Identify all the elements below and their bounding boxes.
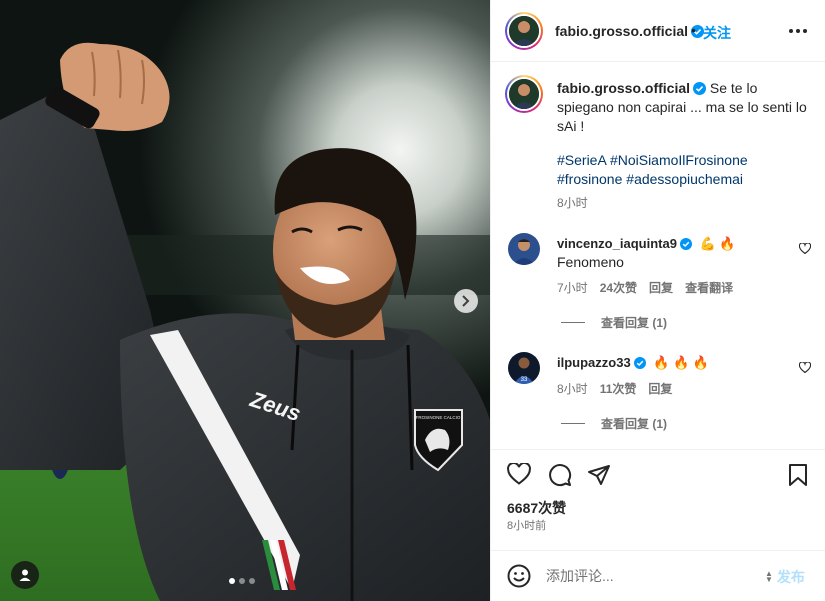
post-comment-button[interactable]: ▲ ▼ 发布 bbox=[765, 567, 805, 587]
caption-username[interactable]: fabio.grosso.official bbox=[557, 80, 690, 96]
view-replies-label[interactable]: 查看回复 (1) bbox=[601, 314, 667, 331]
comment-composer: ▲▼ 发布 bbox=[491, 550, 825, 601]
comment-username-text[interactable]: vincenzo_iaquinta9 bbox=[557, 236, 677, 251]
comment-username[interactable]: ilpupazzo33 🔥 🔥 🔥 bbox=[557, 355, 709, 371]
carousel-dot bbox=[229, 578, 235, 584]
comment-icon[interactable] bbox=[548, 463, 572, 487]
carousel-dot bbox=[239, 578, 245, 584]
commenter-avatar[interactable]: 33 bbox=[508, 352, 540, 384]
hashtag-link[interactable]: #frosinone bbox=[557, 171, 622, 187]
author-avatar[interactable] bbox=[505, 12, 543, 50]
comment-emojis: 💪 🔥 bbox=[699, 236, 736, 251]
svg-text:33: 33 bbox=[521, 377, 528, 383]
post-photo[interactable]: Zeus FROSINONE CALCIO bbox=[0, 0, 490, 601]
hashtag-link[interactable]: #SerieA bbox=[557, 152, 606, 168]
comment-username[interactable]: vincenzo_iaquinta9 💪 🔥 bbox=[557, 236, 736, 252]
comment-text: Fenomeno bbox=[557, 254, 624, 270]
post-side-panel: fabio.grosso.official • 关注 fabio.grosso.… bbox=[490, 0, 825, 601]
comment-meta: 8小时 11次赞 回复 bbox=[557, 380, 672, 397]
caption-hashtags: #SerieA #NoiSiamoIlFrosinone #frosinone … bbox=[557, 151, 809, 189]
post-actions: 6687次赞 8小时前 bbox=[491, 449, 825, 549]
hashtag-link[interactable]: #NoiSiamoIlFrosinone bbox=[610, 152, 748, 168]
caption-author-avatar[interactable] bbox=[505, 75, 543, 113]
comment-like-heart-icon[interactable] bbox=[799, 362, 811, 373]
comment-likes[interactable]: 24次赞 bbox=[600, 279, 637, 296]
post-caption: fabio.grosso.official Se te lo spiegano … bbox=[557, 79, 809, 136]
hashtag-link[interactable]: #adessopiuchemai bbox=[626, 171, 743, 187]
carousel-indicator bbox=[229, 578, 255, 584]
follow-button[interactable]: 关注 bbox=[703, 23, 731, 43]
translate-button[interactable]: 查看翻译 bbox=[685, 279, 733, 296]
instagram-post-dialog: Zeus FROSINONE CALCIO fabio.grosso.offic… bbox=[0, 0, 825, 601]
heart-icon[interactable] bbox=[507, 463, 531, 485]
commenter-avatar[interactable] bbox=[508, 233, 540, 265]
post-header: fabio.grosso.official • 关注 bbox=[491, 0, 825, 62]
post-comment-label[interactable]: 发布 bbox=[777, 567, 805, 587]
next-image-icon bbox=[462, 295, 470, 307]
reply-button[interactable]: 回复 bbox=[648, 380, 672, 397]
view-replies-button[interactable]: 查看回复 (1) bbox=[561, 314, 667, 331]
tagged-users-button[interactable] bbox=[11, 561, 39, 589]
view-replies-label[interactable]: 查看回复 (1) bbox=[601, 415, 667, 432]
verified-badge-icon bbox=[633, 357, 646, 369]
emoji-icon[interactable] bbox=[507, 564, 531, 588]
share-icon[interactable] bbox=[587, 463, 611, 487]
bookmark-icon[interactable] bbox=[787, 463, 809, 487]
verified-badge-icon bbox=[693, 82, 707, 95]
carousel-dot bbox=[249, 578, 255, 584]
comment-emojis: 🔥 🔥 🔥 bbox=[653, 355, 710, 370]
comment-username-text[interactable]: ilpupazzo33 bbox=[557, 355, 631, 370]
comment-time[interactable]: 7小时 bbox=[557, 279, 588, 296]
header-separator: • bbox=[691, 22, 696, 38]
post-photo-image: Zeus FROSINONE CALCIO bbox=[0, 0, 490, 601]
reply-button[interactable]: 回复 bbox=[649, 279, 673, 296]
comment-input[interactable] bbox=[546, 565, 756, 587]
comment-likes[interactable]: 11次赞 bbox=[600, 380, 637, 397]
tag-user-icon bbox=[19, 569, 31, 581]
post-timestamp[interactable]: 8小时前 bbox=[507, 517, 546, 533]
comment-like-heart-icon[interactable] bbox=[799, 243, 811, 254]
next-image-button[interactable] bbox=[454, 289, 478, 313]
likes-count[interactable]: 6687次赞 bbox=[507, 498, 566, 518]
author-username-text[interactable]: fabio.grosso.official bbox=[555, 23, 688, 39]
verified-badge-icon bbox=[679, 238, 692, 250]
comments-section[interactable]: fabio.grosso.official Se te lo spiegano … bbox=[491, 63, 825, 449]
caption-timestamp[interactable]: 8小时 bbox=[557, 194, 588, 211]
expand-icon: ▲ ▼ bbox=[765, 569, 773, 584]
comment-meta: 7小时 24次赞 回复 查看翻译 bbox=[557, 279, 733, 296]
author-username[interactable]: fabio.grosso.official bbox=[555, 23, 705, 39]
view-replies-button[interactable]: 查看回复 (1) bbox=[561, 415, 667, 432]
more-options-icon[interactable] bbox=[789, 29, 807, 33]
comment-time[interactable]: 8小时 bbox=[557, 380, 588, 397]
club-crest-text: FROSINONE CALCIO bbox=[416, 415, 461, 420]
